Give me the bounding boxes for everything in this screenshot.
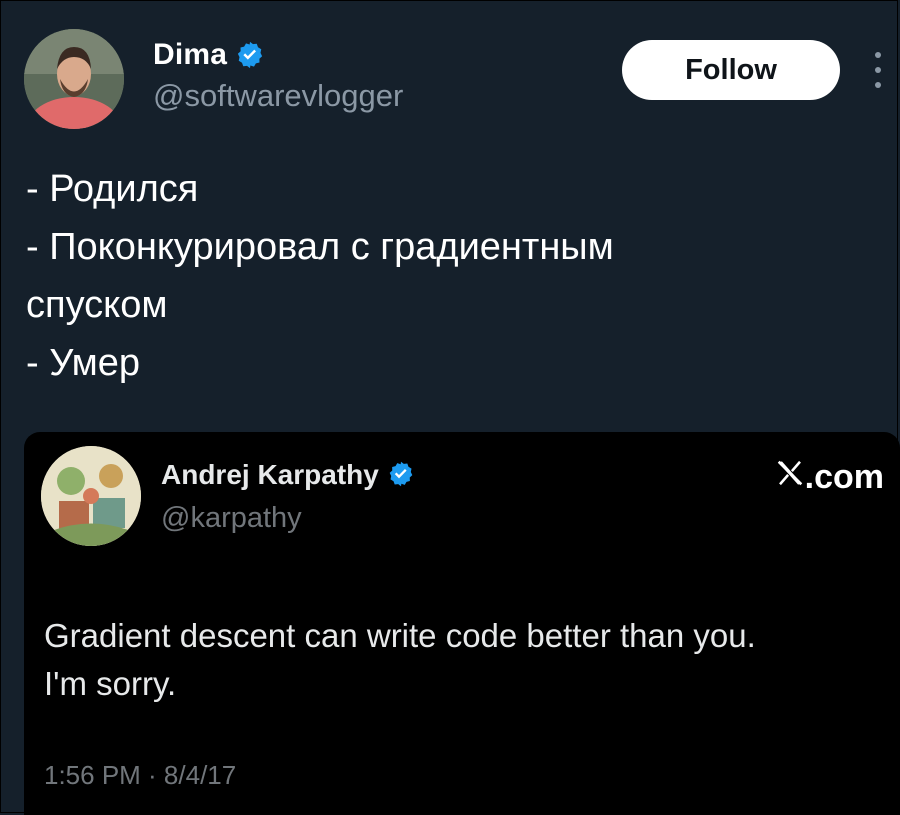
follow-button[interactable]: Follow (622, 40, 840, 100)
quoted-author-name[interactable]: Andrej Karpathy (161, 459, 379, 491)
more-dot (875, 67, 881, 73)
quoted-tweet-line: I'm sorry. (44, 665, 177, 702)
author-name-row: Dima (153, 38, 265, 72)
verified-badge-icon (387, 460, 417, 490)
quoted-tweet-card[interactable]: Andrej Karpathy @karpathy .com Gradient … (24, 432, 900, 815)
quoted-tweet-line: Gradient descent can write code better t… (44, 617, 756, 654)
quoted-author-handle[interactable]: @karpathy (161, 502, 302, 535)
quoted-timestamp[interactable]: 1:56 PM · 8/4/17 (44, 760, 236, 791)
author-handle[interactable]: @softwarevlogger (153, 78, 403, 114)
tweet-line: - Родился (26, 168, 199, 210)
x-logo-icon (775, 458, 805, 497)
verified-badge-icon (235, 40, 265, 70)
quoted-tweet-text: Gradient descent can write code better t… (44, 612, 894, 708)
more-dot (875, 52, 881, 58)
tweet-line: - Поконкурировал с градиентным (26, 226, 614, 268)
site-label: .com (775, 458, 884, 497)
author-name[interactable]: Dima (153, 38, 227, 72)
site-domain: .com (804, 458, 884, 496)
more-dot (875, 82, 881, 88)
tweet-line: - Умер (26, 342, 141, 384)
author-avatar[interactable] (24, 29, 124, 129)
more-options-icon[interactable] (871, 52, 885, 88)
quoted-author-name-row: Andrej Karpathy (161, 459, 417, 491)
quoted-author-avatar[interactable] (41, 446, 141, 546)
tweet-text: - Родился - Поконкурировал с градиентным… (26, 160, 876, 392)
tweet-line: спуском (26, 284, 168, 326)
